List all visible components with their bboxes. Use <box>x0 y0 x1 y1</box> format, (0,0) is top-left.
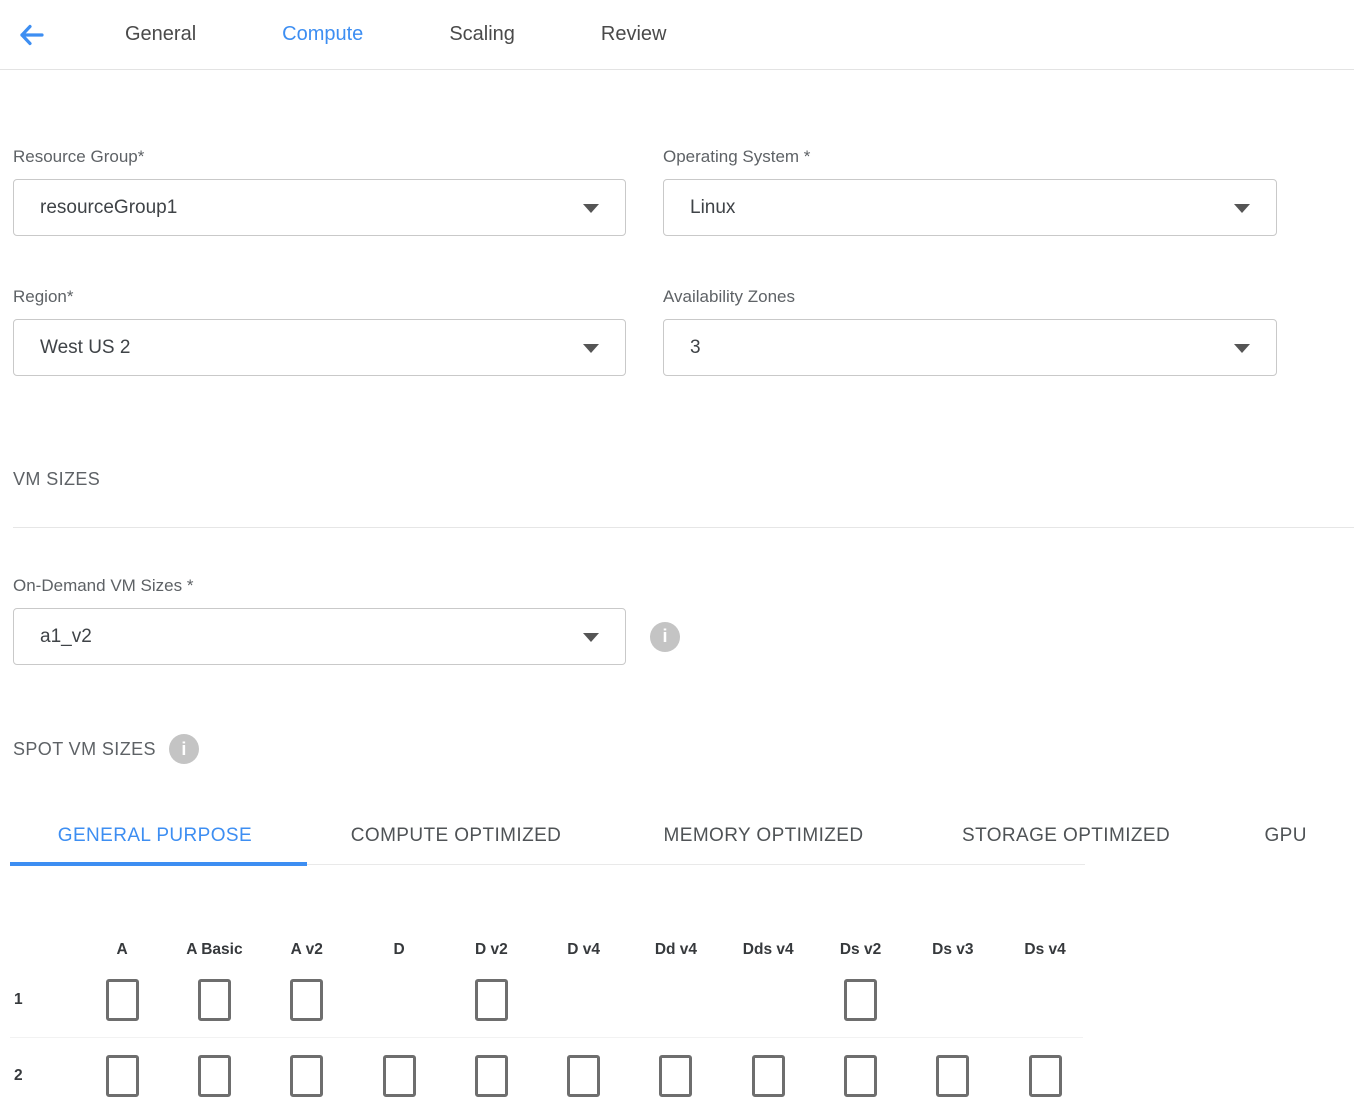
checkbox-cell <box>722 1055 814 1097</box>
select-value: a1_v2 <box>40 626 92 648</box>
select-on-demand-vm-sizes[interactable]: a1_v2 <box>13 608 626 665</box>
column-header-ds-v4: Ds v4 <box>999 941 1091 959</box>
field-label-operating-system: Operating System * <box>663 146 1277 167</box>
column-header-ds-v2: Ds v2 <box>814 941 906 959</box>
form-field-operating-system: Operating System * Linux <box>663 146 1277 236</box>
checkbox-a-v2-row2[interactable] <box>290 1055 323 1097</box>
checkbox-cell <box>168 979 260 1021</box>
spot-section-title: SPOT VM SIZES <box>13 738 156 760</box>
checkbox-a-row2[interactable] <box>106 1055 139 1097</box>
spot-tab-row: GENERAL PURPOSECOMPUTE OPTIMIZEDMEMORY O… <box>0 809 1354 862</box>
column-header-a-basic: A Basic <box>168 941 260 959</box>
spot-tab-compute-optimized[interactable]: COMPUTE OPTIMIZED <box>300 809 612 862</box>
checkbox-a-basic-row1[interactable] <box>198 979 231 1021</box>
vm-sizes-section-title: VM SIZES <box>13 468 1354 490</box>
select-operating-system[interactable]: Linux <box>663 179 1277 236</box>
field-label-resource-group: Resource Group* <box>13 146 626 167</box>
select-availability-zones[interactable]: 3 <box>663 319 1277 376</box>
tab-bar-baseline <box>307 864 1085 865</box>
checkbox-a-v2-row1[interactable] <box>290 979 323 1021</box>
checkbox-d-v4-row2[interactable] <box>567 1055 600 1097</box>
info-icon[interactable]: i <box>169 734 199 764</box>
checkbox-d-v2-row1[interactable] <box>475 979 508 1021</box>
row-label: 1 <box>0 991 76 1009</box>
checkbox-d-row2[interactable] <box>383 1055 416 1097</box>
on-demand-label: On-Demand VM Sizes * <box>13 575 1354 596</box>
form-grid: Resource Group* resourceGroup1 Operating S… <box>13 146 1354 376</box>
checkbox-cell <box>630 1055 722 1097</box>
wizard-header: General Compute Scaling Review <box>0 0 1354 70</box>
checkbox-a-row1[interactable] <box>106 979 139 1021</box>
checkbox-ds-v3-row2[interactable] <box>936 1055 969 1097</box>
spot-tab-bar: GENERAL PURPOSECOMPUTE OPTIMIZEDMEMORY O… <box>0 809 1354 866</box>
checkbox-cell <box>168 1055 260 1097</box>
form-field-region: Region* West US 2 <box>13 286 626 376</box>
info-icon[interactable]: i <box>650 622 680 652</box>
column-header-ds-v3: Ds v3 <box>907 941 999 959</box>
form-field-availability-zones: Availability Zones 3 <box>663 286 1277 376</box>
spot-tab-storage-optimized[interactable]: STORAGE OPTIMIZED <box>915 809 1218 862</box>
checkbox-cell <box>76 979 168 1021</box>
checkbox-cell <box>261 979 353 1021</box>
checkbox-ds-v2-row2[interactable] <box>844 1055 877 1097</box>
select-resource-group[interactable]: resourceGroup1 <box>13 179 626 236</box>
vm-size-table: AA BasicA v2DD v2D v4Dd v4Dds v4Ds v2Ds … <box>0 938 1354 1098</box>
checkbox-cell <box>999 1055 1091 1097</box>
column-header-a: A <box>76 941 168 959</box>
column-header-dd-v4: Dd v4 <box>630 941 722 959</box>
checkbox-a-basic-row2[interactable] <box>198 1055 231 1097</box>
on-demand-field: On-Demand VM Sizes * a1_v2 i <box>13 575 1354 665</box>
spot-tab-memory-optimized[interactable]: MEMORY OPTIMIZED <box>612 809 915 862</box>
chevron-down-icon <box>583 204 599 213</box>
chevron-down-icon <box>1234 204 1250 213</box>
checkbox-cell <box>814 1055 906 1097</box>
chevron-down-icon <box>583 633 599 642</box>
active-tab-underline <box>10 862 307 866</box>
chevron-down-icon <box>583 344 599 353</box>
field-label-region: Region* <box>13 286 626 307</box>
checkbox-ds-v2-row1[interactable] <box>844 979 877 1021</box>
back-button[interactable] <box>13 17 49 53</box>
checkbox-cell <box>537 1055 629 1097</box>
form-field-resource-group: Resource Group* resourceGroup1 <box>13 146 626 236</box>
select-value: 3 <box>690 337 701 359</box>
checkbox-dds-v4-row2[interactable] <box>752 1055 785 1097</box>
select-value: Linux <box>690 197 735 219</box>
row-label: 2 <box>0 1067 76 1085</box>
checkbox-cell <box>814 979 906 1021</box>
table-header-row: AA BasicA v2DD v2D v4Dd v4Dds v4Ds v2Ds … <box>0 938 1354 962</box>
column-header-a-v2: A v2 <box>261 941 353 959</box>
checkbox-dd-v4-row2[interactable] <box>659 1055 692 1097</box>
checkbox-cell <box>353 1055 445 1097</box>
nav-tab-review[interactable]: Review <box>601 23 667 46</box>
spot-tab-gpu[interactable]: GPU <box>1217 809 1354 862</box>
checkbox-d-v2-row2[interactable] <box>475 1055 508 1097</box>
checkbox-cell <box>445 1055 537 1097</box>
checkbox-ds-v4-row2[interactable] <box>1029 1055 1062 1097</box>
column-header-d: D <box>353 941 445 959</box>
top-tab-bar: General Compute Scaling Review <box>125 23 667 46</box>
checkbox-cell <box>261 1055 353 1097</box>
checkbox-cell <box>76 1055 168 1097</box>
column-header-dds-v4: Dds v4 <box>722 941 814 959</box>
select-region[interactable]: West US 2 <box>13 319 626 376</box>
checkbox-cell <box>445 979 537 1021</box>
field-label-availability-zones: Availability Zones <box>663 286 1277 307</box>
chevron-down-icon <box>1234 344 1250 353</box>
table-row: 1 <box>0 962 1354 1037</box>
spot-vm-sizes-heading: SPOT VM SIZES i <box>13 734 1354 764</box>
nav-tab-scaling[interactable]: Scaling <box>449 23 515 46</box>
nav-tab-compute[interactable]: Compute <box>282 23 363 46</box>
checkbox-cell <box>907 1055 999 1097</box>
nav-tab-general[interactable]: General <box>125 23 196 46</box>
table-row: 2 <box>0 1038 1354 1098</box>
select-value: West US 2 <box>40 337 130 359</box>
column-header-d-v4: D v4 <box>537 941 629 959</box>
column-header-d-v2: D v2 <box>445 941 537 959</box>
spot-tab-general-purpose[interactable]: GENERAL PURPOSE <box>10 809 300 862</box>
arrow-left-icon <box>15 20 47 50</box>
select-value: resourceGroup1 <box>40 197 177 219</box>
section-divider <box>13 527 1354 528</box>
